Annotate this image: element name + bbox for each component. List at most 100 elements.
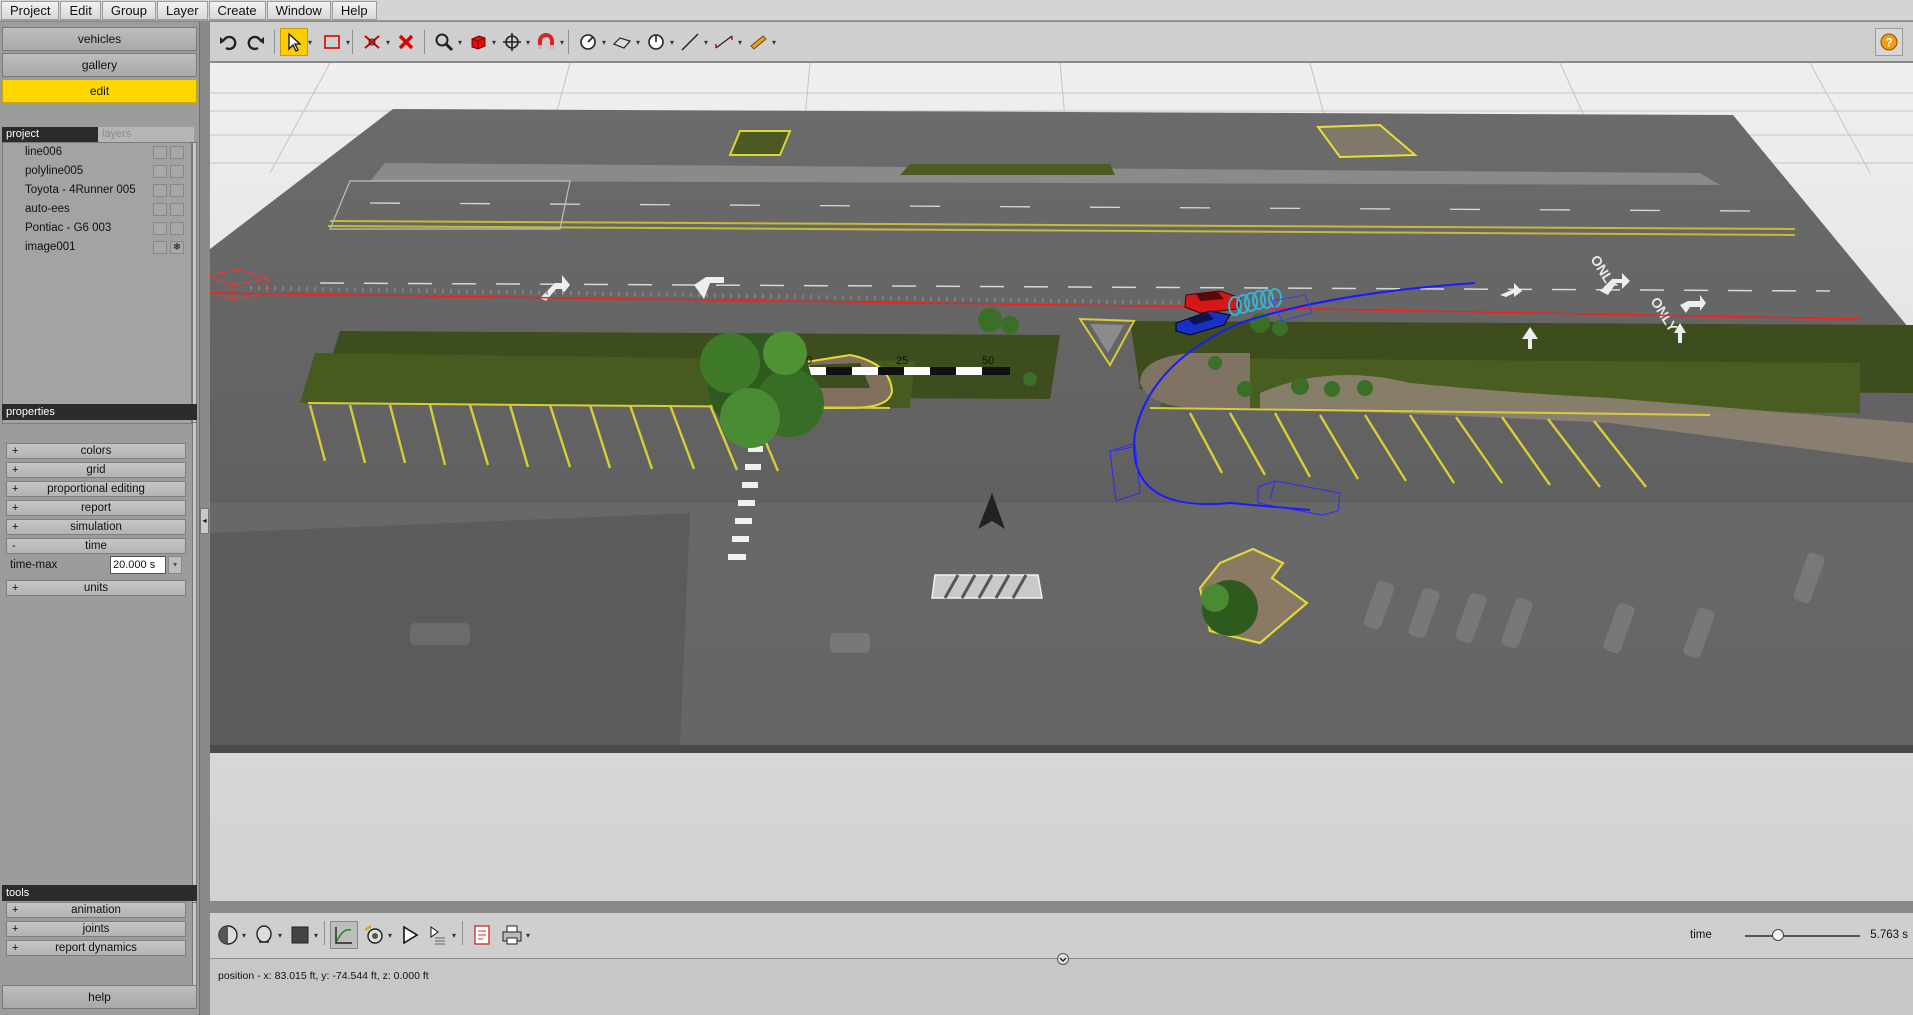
report-button[interactable] xyxy=(468,921,496,949)
time-max-label: time-max xyxy=(10,559,58,571)
surface-icon xyxy=(608,28,636,56)
simulation-settings-button[interactable]: ▾ xyxy=(360,921,396,949)
redo-button[interactable] xyxy=(242,28,270,56)
menu-layer[interactable]: Layer xyxy=(157,0,208,20)
print-button[interactable]: ▾ xyxy=(498,921,534,949)
prop-proportional-editing[interactable]: + proportional editing xyxy=(6,481,186,497)
scene-viewport[interactable]: 0 25 50 ONLY ONLY xyxy=(210,63,1913,901)
visibility-checkbox[interactable] xyxy=(153,203,167,216)
camera-view-button[interactable]: ▾ xyxy=(250,921,286,949)
tree-item-image001[interactable]: image001 ❄ xyxy=(3,238,191,257)
play-button[interactable] xyxy=(396,921,424,949)
time-value: 5.763 s xyxy=(1870,929,1908,941)
tree-item-polyline005[interactable]: polyline005 xyxy=(3,162,191,181)
menu-group[interactable]: Group xyxy=(101,0,157,20)
ruler-icon xyxy=(744,28,772,56)
printer-icon xyxy=(498,921,526,949)
tree-item-auto-ees[interactable]: auto-ees xyxy=(3,200,191,219)
zoom-icon xyxy=(430,28,458,56)
time-slider-track[interactable] xyxy=(1745,935,1860,937)
angle-icon xyxy=(574,28,602,56)
scale-label-25: 25 xyxy=(896,355,908,367)
properties-scrollbar[interactable] xyxy=(192,422,197,904)
line-tool[interactable]: ▾ xyxy=(676,28,712,56)
tree-item-toyota[interactable]: Toyota - 4Runner 005 xyxy=(3,181,191,200)
redo-icon xyxy=(242,28,270,56)
scene-canvas[interactable]: 0 25 50 ONLY ONLY xyxy=(210,63,1913,901)
vehicles-button[interactable]: vehicles xyxy=(2,27,197,51)
lock-checkbox[interactable] xyxy=(170,165,184,178)
menu-create[interactable]: Create xyxy=(208,0,266,20)
cube-icon xyxy=(464,28,492,56)
dimension-tool[interactable]: ▾ xyxy=(710,28,746,56)
expand-icon: + xyxy=(12,942,19,954)
zoom-tool[interactable]: ▾ xyxy=(430,28,466,56)
play-icon xyxy=(396,921,424,949)
cut-node-tool[interactable]: ▾ xyxy=(358,28,394,56)
help-button[interactable]: help xyxy=(2,985,197,1009)
delete-button[interactable] xyxy=(392,28,420,56)
surface-tool[interactable]: ▾ xyxy=(608,28,644,56)
time-max-row: time-max 20.000 s ▾ xyxy=(6,554,186,576)
step-button[interactable]: ▾ xyxy=(424,921,460,949)
collapse-icon: - xyxy=(12,540,16,552)
lock-checkbox[interactable] xyxy=(170,146,184,159)
tree-item-line006[interactable]: line006 xyxy=(3,143,191,162)
move-icon xyxy=(498,28,526,56)
move-tool[interactable]: ▾ xyxy=(498,28,534,56)
angle-tool[interactable]: ▾ xyxy=(574,28,610,56)
visibility-checkbox[interactable] xyxy=(153,184,167,197)
help-icon-button[interactable]: ? xyxy=(1875,28,1903,56)
shading-button[interactable]: ▾ xyxy=(286,921,322,949)
render-mode-button[interactable]: ▾ xyxy=(214,921,250,949)
status-bar: position - x: 83.015 ft, y: -74.544 ft, … xyxy=(210,953,1913,1015)
prop-simulation[interactable]: + simulation xyxy=(6,519,186,535)
time-max-input[interactable]: 20.000 s xyxy=(110,556,166,574)
menu-edit[interactable]: Edit xyxy=(60,0,101,20)
edit-button[interactable]: edit xyxy=(2,79,197,103)
ruler-tool[interactable]: ▾ xyxy=(744,28,780,56)
prop-units[interactable]: + units xyxy=(6,580,186,596)
tab-layers[interactable]: layers xyxy=(98,127,194,142)
prop-time[interactable]: - time xyxy=(6,538,186,554)
graph-icon xyxy=(330,921,358,949)
cube-tool[interactable]: ▾ xyxy=(464,28,500,56)
lock-checkbox[interactable] xyxy=(170,184,184,197)
time-slider-thumb[interactable] xyxy=(1772,929,1785,941)
menu-project[interactable]: Project xyxy=(1,0,60,20)
visibility-checkbox[interactable] xyxy=(153,241,167,254)
prop-report[interactable]: + report xyxy=(6,500,186,516)
panel-collapse-handle[interactable]: ◂ xyxy=(200,508,209,534)
rect-select-tool[interactable]: ▾ xyxy=(318,28,354,56)
lock-checkbox[interactable] xyxy=(170,222,184,235)
visibility-checkbox[interactable] xyxy=(153,165,167,178)
snowflake-icon[interactable]: ❄ xyxy=(170,241,184,254)
dimension-icon xyxy=(710,28,738,56)
tree-scrollbar[interactable] xyxy=(192,142,197,424)
visibility-checkbox[interactable] xyxy=(153,222,167,235)
time-max-spinner[interactable]: ▾ xyxy=(168,556,182,574)
cut-node-icon xyxy=(358,28,386,56)
undo-button[interactable] xyxy=(214,28,242,56)
graph-button[interactable] xyxy=(330,921,358,949)
prop-colors[interactable]: + colors xyxy=(6,443,186,459)
panel-toggle-icon[interactable] xyxy=(1056,953,1070,965)
tool-report-dynamics[interactable]: + report dynamics xyxy=(6,940,186,956)
protractor-tool[interactable]: ▾ xyxy=(642,28,678,56)
tool-animation[interactable]: + animation xyxy=(6,902,186,918)
menu-window[interactable]: Window xyxy=(266,0,331,20)
tab-project[interactable]: project xyxy=(2,127,98,142)
prop-label: proportional editing xyxy=(47,483,145,495)
magnet-tool[interactable]: ▾ xyxy=(532,28,568,56)
properties-header: properties xyxy=(2,404,197,420)
lock-checkbox[interactable] xyxy=(170,203,184,216)
tool-joints[interactable]: + joints xyxy=(6,921,186,937)
gallery-button[interactable]: gallery xyxy=(2,53,197,77)
tree-item-pontiac[interactable]: Pontiac - G6 003 xyxy=(3,219,191,238)
select-tool[interactable]: ▾ xyxy=(280,28,316,56)
select-icon xyxy=(280,28,308,56)
menu-help[interactable]: Help xyxy=(331,0,377,20)
prop-grid[interactable]: + grid xyxy=(6,462,186,478)
visibility-checkbox[interactable] xyxy=(153,146,167,159)
tree-item-label: polyline005 xyxy=(25,165,84,177)
